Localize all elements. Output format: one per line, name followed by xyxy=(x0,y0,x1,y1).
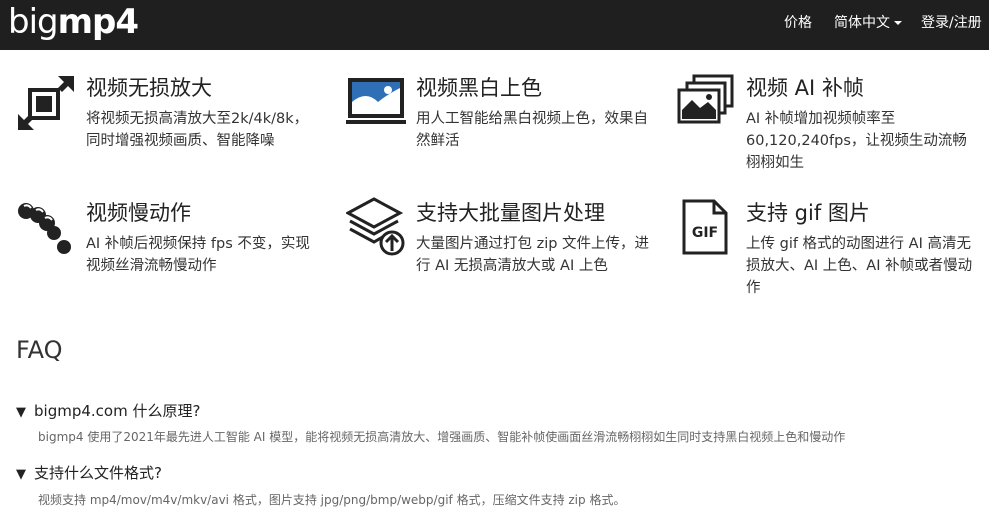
layers-upload-icon xyxy=(346,197,405,256)
feature-desc: AI 补帧后视频保持 fps 不变，实现视频丝滑流畅慢动作 xyxy=(86,236,310,274)
nav-language-label: 简体中文 xyxy=(834,15,890,31)
slow-motion-balls-icon xyxy=(18,203,71,254)
feature-title: 视频 AI 补帧 xyxy=(746,76,864,100)
feature-title: 视频黑白上色 xyxy=(416,76,542,100)
top-navbar: bigmp4 价格 简体中文 登录/注册 xyxy=(0,0,989,50)
faq-question-text: 支持什么文件格式? xyxy=(34,464,162,482)
feature-title: 支持大批量图片处理 xyxy=(416,201,605,225)
brand-logo-bold: mp4 xyxy=(57,2,139,42)
chevron-down-icon xyxy=(894,21,902,25)
colorized-image-icon xyxy=(346,78,406,124)
feature-desc: 用人工智能给黑白视频上色，效果自然鲜活 xyxy=(416,111,648,149)
feature-title: 支持 gif 图片 xyxy=(746,201,870,225)
feature-desc: 上传 gif 格式的动图进行 AI 高清无损放大、AI 上色、AI 补帧或者慢动… xyxy=(746,236,973,296)
feature-title: 视频无损放大 xyxy=(86,76,212,100)
faq-question-text: bigmp4.com 什么原理? xyxy=(34,402,201,420)
faq-question-2[interactable]: ▼ 支持什么文件格式? xyxy=(16,462,162,483)
feature-desc: AI 补帧增加视频帧率至60,120,240fps，让视频生动流畅栩栩如生 xyxy=(746,111,967,171)
triangle-down-icon: ▼ xyxy=(16,405,26,420)
brand-logo-light: big xyxy=(8,2,59,42)
gif-file-icon: GIF xyxy=(682,199,728,255)
svg-text:GIF: GIF xyxy=(692,225,718,241)
brand-logo[interactable]: bigmp4 xyxy=(8,2,139,42)
faq-heading: FAQ xyxy=(16,336,63,364)
stacked-images-icon xyxy=(677,74,734,124)
triangle-down-icon: ▼ xyxy=(16,467,26,482)
faq-answer-1: bigmp4 使用了2021年最先进人工智能 AI 模型，能将视频无损高清放大、… xyxy=(38,430,846,444)
feature-desc: 将视频无损高清放大至2k/4k/8k，同时增强视频画质、智能降噪 xyxy=(86,111,309,149)
nav-pricing-link[interactable]: 价格 xyxy=(784,0,812,50)
nav-login-link[interactable]: 登录/注册 xyxy=(921,0,982,50)
expand-arrows-icon xyxy=(18,76,74,130)
nav-language-dropdown[interactable]: 简体中文 xyxy=(834,0,902,50)
feature-title: 视频慢动作 xyxy=(86,201,191,225)
faq-question-1[interactable]: ▼ bigmp4.com 什么原理? xyxy=(16,400,200,421)
feature-desc: 大量图片通过打包 zip 文件上传，进行 AI 无损高清放大或 AI 上色 xyxy=(416,236,650,274)
faq-answer-2: 视频支持 mp4/mov/m4v/mkv/avi 格式，图片支持 jpg/png… xyxy=(38,493,626,507)
